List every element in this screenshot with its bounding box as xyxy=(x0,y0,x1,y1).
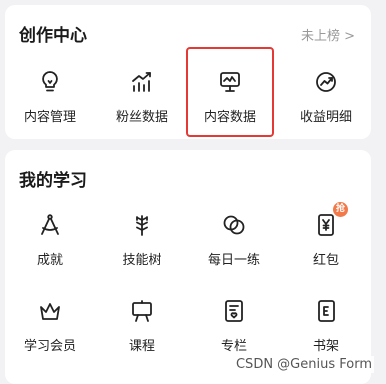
red-packet-label: 红包 xyxy=(312,253,339,268)
daily-practice-label: 每日一练 xyxy=(207,253,260,268)
bookshelf-label: 书架 xyxy=(312,339,339,354)
content-management-label: 内容管理 xyxy=(23,110,76,125)
compass-icon xyxy=(36,211,64,239)
skill-tree-button[interactable]: 技能树 xyxy=(98,211,186,268)
crown-icon xyxy=(36,297,64,325)
my-learning-title: 我的学习 xyxy=(19,171,87,191)
courses-label: 课程 xyxy=(128,339,155,354)
red-packet-button[interactable]: 抢 红包 xyxy=(282,202,370,268)
doc-heart-icon xyxy=(220,297,248,325)
columns-button[interactable]: 专栏 xyxy=(190,297,278,354)
learning-member-button[interactable]: 学习会员 xyxy=(6,297,94,354)
daily-practice-button[interactable]: 每日一练 xyxy=(190,211,278,268)
fans-data-label: 粉丝数据 xyxy=(115,110,168,125)
income-details-label: 收益明细 xyxy=(299,110,352,125)
highlight-box xyxy=(186,47,274,137)
circles-icon xyxy=(220,211,248,239)
trend-bars-icon xyxy=(128,68,156,96)
content-management-button[interactable]: 内容管理 xyxy=(6,68,94,125)
yen-envelope-icon: 抢 xyxy=(312,202,348,239)
easel-icon xyxy=(128,297,156,325)
ranking-link[interactable]: 未上榜 > xyxy=(301,25,355,44)
columns-label: 专栏 xyxy=(220,339,247,354)
achievements-label: 成就 xyxy=(36,253,63,268)
income-details-button[interactable]: 收益明细 xyxy=(282,68,370,125)
fans-data-button[interactable]: 粉丝数据 xyxy=(98,68,186,125)
watermark: CSDN @Genius Form xyxy=(233,356,374,373)
achievements-button[interactable]: 成就 xyxy=(6,211,94,268)
book-icon xyxy=(312,297,340,325)
bookshelf-button[interactable]: 书架 xyxy=(282,297,370,354)
courses-button[interactable]: 课程 xyxy=(98,297,186,354)
wheat-icon xyxy=(128,211,156,239)
creation-center-title: 创作中心 xyxy=(19,26,87,46)
grab-badge: 抢 xyxy=(333,202,348,217)
skill-tree-label: 技能树 xyxy=(122,253,162,268)
lightbulb-icon xyxy=(36,68,64,96)
income-chart-icon xyxy=(312,68,340,96)
learning-member-label: 学习会员 xyxy=(23,339,76,354)
